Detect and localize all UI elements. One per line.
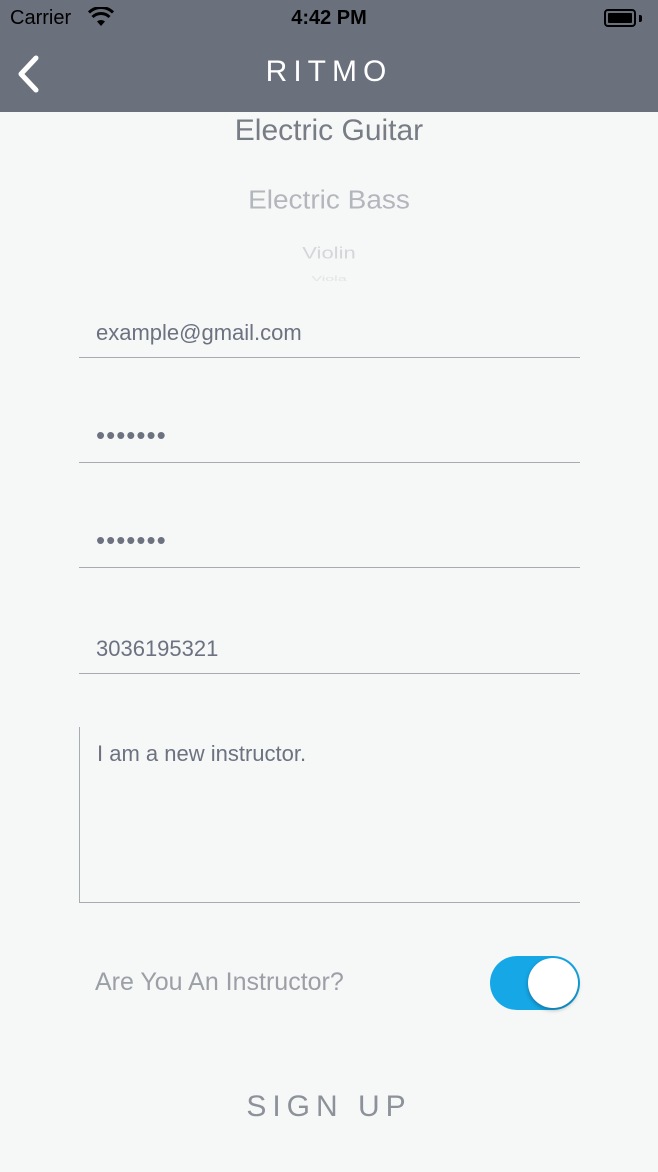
battery-icon: [604, 9, 636, 27]
battery-tip: [639, 15, 642, 22]
phone-value: 3036195321: [96, 636, 219, 661]
page-title: RITMO: [265, 55, 393, 88]
password-value: •••••••: [96, 420, 167, 450]
picker-option-selected[interactable]: Electric Guitar: [0, 114, 658, 148]
bio-textarea[interactable]: I am a new instructor.: [79, 727, 580, 903]
email-field[interactable]: example@gmail.com: [79, 306, 580, 358]
status-time: 4:42 PM: [291, 7, 367, 29]
instrument-picker[interactable]: Electric Guitar Electric Bass Violin Vio…: [0, 112, 658, 287]
picker-option[interactable]: Violin: [0, 243, 658, 263]
status-bar: Carrier 4:42 PM: [0, 0, 658, 36]
navigation-bar: Carrier 4:42 PM RITMO: [0, 0, 658, 112]
confirm-password-field[interactable]: •••••••: [79, 516, 580, 568]
picker-option[interactable]: Viola: [0, 275, 658, 283]
instructor-toggle-label: Are You An Instructor?: [95, 968, 344, 996]
email-value: example@gmail.com: [96, 320, 302, 345]
password-field[interactable]: •••••••: [79, 411, 580, 463]
instructor-toggle[interactable]: [490, 956, 580, 1010]
sign-up-button[interactable]: SIGN UP: [0, 1090, 658, 1124]
phone-field[interactable]: 3036195321: [79, 622, 580, 674]
picker-option[interactable]: Electric Bass: [0, 185, 658, 214]
bio-value: I am a new instructor.: [97, 741, 307, 766]
confirm-password-value: •••••••: [96, 525, 167, 555]
toggle-knob: [528, 958, 578, 1008]
